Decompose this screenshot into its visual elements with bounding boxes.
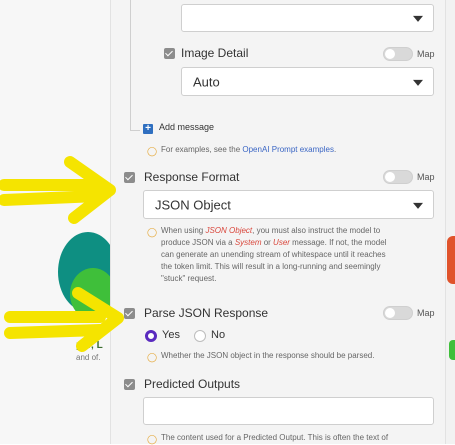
toggle-knob — [385, 172, 395, 182]
lightbulb-icon: ◯ — [147, 352, 158, 362]
image-detail-map-toggle[interactable] — [383, 47, 413, 61]
parse-json-checkbox[interactable] — [124, 308, 135, 319]
parse-json-yes-label[interactable]: Yes — [162, 329, 180, 341]
messages-hint-text: For examples, see the — [161, 145, 243, 154]
response-format-label: Response Format — [144, 170, 240, 184]
parse-json-hint-text: Whether the JSON object in the response … — [161, 351, 375, 360]
openai-prompt-examples-link[interactable]: OpenAI Prompt examples — [242, 145, 334, 154]
response-format-checkbox[interactable] — [124, 172, 135, 183]
response-format-map-toggle[interactable] — [383, 170, 413, 184]
chevron-down-icon — [413, 15, 423, 22]
hint-text: or — [261, 238, 274, 247]
parse-json-map-toggle[interactable] — [383, 306, 413, 320]
add-icon[interactable]: + — [143, 124, 153, 134]
lightbulb-icon: ◯ — [147, 146, 158, 156]
toggle-knob — [385, 49, 395, 59]
module-caption: per, L — [76, 340, 103, 351]
image-detail-label: Image Detail — [181, 46, 249, 60]
chevron-down-icon — [413, 79, 423, 86]
hint-text: can generate an unending stream of white… — [161, 250, 386, 259]
hint-code: System — [234, 238, 262, 247]
predicted-outputs-label: Predicted Outputs — [144, 377, 241, 391]
response-format-select[interactable]: JSON Object — [143, 190, 434, 219]
predicted-outputs-hint: ◯ The content used for a Predicted Outpu… — [147, 432, 389, 444]
parse-json-label: Parse JSON Response — [144, 306, 269, 320]
response-format-map-label: Map — [417, 172, 435, 182]
hint-code: User — [273, 238, 290, 247]
hint-text: When using — [161, 226, 206, 235]
add-message-button[interactable]: Add message — [159, 122, 214, 132]
hint-text: produce JSON via a — [161, 238, 235, 247]
module-subcaption: and of. — [76, 353, 101, 362]
canvas-background-left — [0, 0, 112, 444]
scenario-module-node-right-green[interactable] — [449, 340, 455, 360]
messages-hint: ◯ For examples, see the OpenAI Prompt ex… — [147, 144, 337, 156]
hint-text: , you must also instruct the model to — [252, 226, 381, 235]
predicted-outputs-checkbox[interactable] — [124, 379, 135, 390]
response-format-hint: ◯ When using JSON Object, you must also … — [147, 225, 441, 285]
message-role-select[interactable] — [181, 4, 434, 32]
predicted-outputs-input[interactable] — [143, 397, 434, 425]
messages-hint-suffix: . — [333, 145, 337, 154]
parse-json-no-radio[interactable] — [194, 330, 206, 342]
toggle-knob — [385, 308, 395, 318]
parse-json-map-label: Map — [417, 308, 435, 318]
parse-json-hint: ◯ Whether the JSON object in the respons… — [147, 350, 375, 362]
hint-code: JSON Object — [205, 226, 253, 235]
image-detail-value: Auto — [193, 74, 220, 89]
lightbulb-icon: ◯ — [147, 434, 158, 444]
tree-connector-line — [130, 0, 131, 130]
image-detail-map-label: Map — [417, 49, 435, 59]
chevron-down-icon — [413, 202, 423, 209]
hint-text: message. If not, the model — [289, 238, 387, 247]
image-detail-select[interactable]: Auto — [181, 67, 434, 96]
image-detail-checkbox[interactable] — [164, 48, 175, 59]
predicted-outputs-hint-text: The content used for a Predicted Output.… — [161, 433, 389, 442]
tree-connector-tick — [130, 130, 140, 131]
hint-text: "stuck" request. — [161, 274, 217, 283]
response-format-value: JSON Object — [155, 197, 231, 212]
parse-json-yes-radio[interactable] — [145, 330, 157, 342]
scenario-module-node-right[interactable] — [447, 236, 455, 284]
parse-json-no-label[interactable]: No — [211, 329, 225, 341]
lightbulb-icon: ◯ — [147, 227, 158, 237]
hint-text: the token limit. This will result in a l… — [161, 262, 381, 271]
